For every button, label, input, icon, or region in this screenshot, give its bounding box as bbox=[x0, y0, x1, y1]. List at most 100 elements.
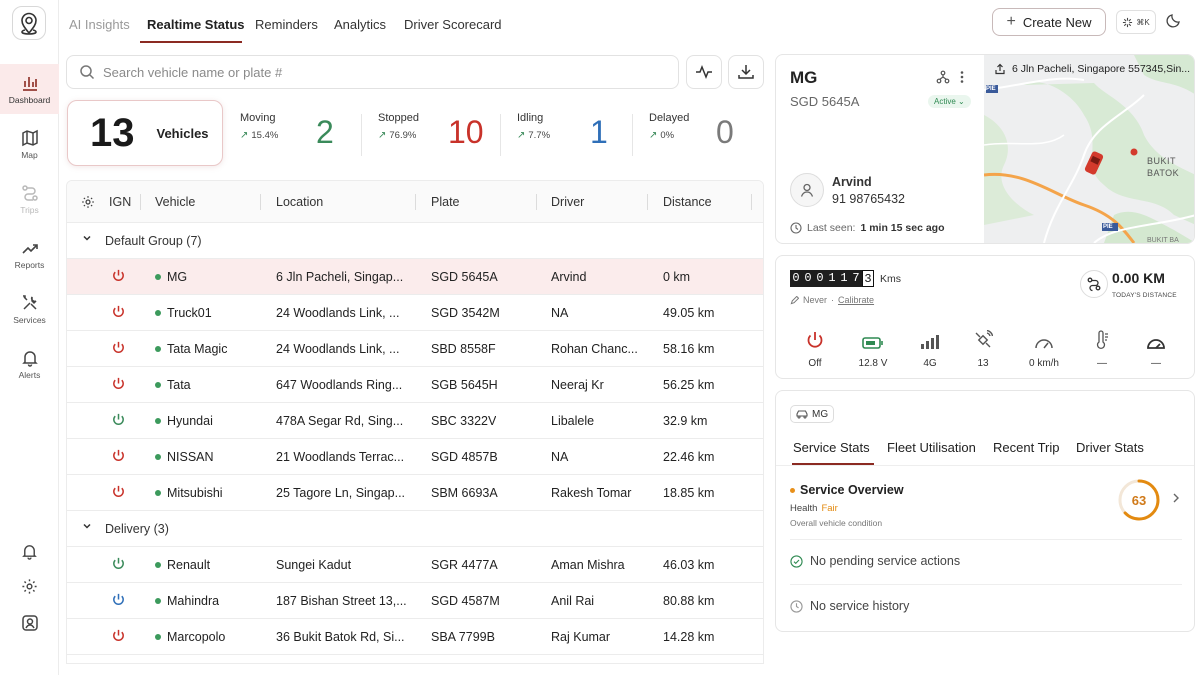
activity-button[interactable] bbox=[686, 55, 722, 89]
vehicle-cell: Tata Magic bbox=[155, 342, 227, 356]
plate-cell: SGR 4477A bbox=[431, 558, 498, 572]
location-map[interactable] bbox=[984, 55, 1195, 243]
stat-delayed[interactable]: Delayed ↗ 0% 0 bbox=[649, 112, 759, 156]
tab-realtime-status[interactable]: Realtime Status bbox=[147, 17, 245, 32]
clock-icon bbox=[790, 222, 802, 234]
location-cell: 6 Jln Pacheli, Singap... bbox=[276, 270, 404, 284]
sidebar-item-alerts[interactable]: Alerts bbox=[0, 339, 59, 389]
location-cell: 24 Woodlands Link, ... bbox=[276, 306, 400, 320]
tab-driver-stats[interactable]: Driver Stats bbox=[1076, 440, 1144, 455]
share-nodes-icon[interactable] bbox=[936, 70, 950, 84]
telemetry-card: 0 0 0 1 1 7 3 Kms Never · Calibrate 0.00… bbox=[775, 255, 1195, 379]
location-cell: 36 Bukit Batok Rd, Si... bbox=[276, 630, 405, 644]
gauge-icon bbox=[1126, 328, 1186, 350]
sidebar-item-map[interactable]: Map bbox=[0, 119, 59, 169]
tab-recent-trip[interactable]: Recent Trip bbox=[993, 440, 1059, 455]
chevron-right-icon[interactable] bbox=[1172, 492, 1180, 504]
sidebar-item-services[interactable]: Services bbox=[0, 284, 59, 334]
signal-icon bbox=[900, 328, 960, 350]
group-row-default[interactable]: Default Group (7) bbox=[67, 223, 763, 259]
plate-cell: SGD 3542M bbox=[431, 306, 500, 320]
vehicle-chip[interactable]: MG bbox=[790, 405, 835, 423]
map-address[interactable]: 6 Jln Pacheli, Singapore 557345,Sin... bbox=[994, 63, 1190, 75]
search-input[interactable] bbox=[103, 64, 643, 80]
table-row[interactable]: Marcopolo 36 Bukit Batok Rd, Si... SBA 7… bbox=[67, 619, 763, 655]
tab-driver-scorecard[interactable]: Driver Scorecard bbox=[404, 17, 502, 32]
check-circle-icon bbox=[790, 554, 803, 568]
sensor-satellites: 13 bbox=[953, 328, 1013, 369]
tools-icon bbox=[22, 294, 37, 310]
stat-value: 10 bbox=[448, 114, 484, 150]
avatar bbox=[790, 173, 824, 207]
ignition-power-icon bbox=[111, 628, 126, 646]
settings-button[interactable] bbox=[0, 571, 59, 601]
gear-icon[interactable] bbox=[81, 195, 95, 209]
theme-toggle-button[interactable] bbox=[1166, 12, 1182, 31]
table-row[interactable]: Truck01 24 Woodlands Link, ... SGD 3542M… bbox=[67, 295, 763, 331]
column-header-distance[interactable]: Distance bbox=[663, 195, 712, 209]
table-row[interactable]: Tata Magic 24 Woodlands Link, ... SBD 85… bbox=[67, 331, 763, 367]
stat-percent: 0% bbox=[660, 130, 675, 141]
notifications-button[interactable] bbox=[0, 536, 59, 566]
logo-icon[interactable] bbox=[12, 6, 46, 40]
odometer-digit: 1 bbox=[826, 270, 838, 287]
location-cell: 647 Woodlands Ring... bbox=[276, 378, 403, 392]
location-cell: 21 Woodlands Terrac... bbox=[276, 450, 405, 464]
table-row[interactable]: Renault Sungei Kadut SGR 4477A Aman Mish… bbox=[67, 547, 763, 583]
command-palette-button[interactable]: ⌘K bbox=[1116, 10, 1156, 34]
table-row[interactable]: Mitsubishi 25 Tagore Ln, Singap... SBM 6… bbox=[67, 475, 763, 511]
table-row[interactable]: NISSAN 21 Woodlands Terrac... SGD 4857B … bbox=[67, 439, 763, 475]
sidebar-item-trips[interactable]: Trips bbox=[0, 174, 59, 224]
stat-moving[interactable]: Moving ↗ 15.4% 2 bbox=[240, 112, 350, 156]
sidebar-item-dashboard[interactable]: Dashboard bbox=[0, 64, 59, 114]
stat-stopped[interactable]: Stopped ↗ 76.9% 10 bbox=[378, 112, 493, 156]
table-row[interactable]: Hyundai 478A Segar Rd, Sing... SBC 3322V… bbox=[67, 403, 763, 439]
profile-button[interactable] bbox=[0, 608, 59, 638]
health-label: Health bbox=[790, 503, 818, 514]
stat-idling[interactable]: Idling ↗ 7.7% 1 bbox=[517, 112, 627, 156]
plate-cell: SGD 4587M bbox=[431, 594, 500, 608]
vehicle-cell: Marcopolo bbox=[155, 630, 225, 644]
column-header-ign[interactable]: IGN bbox=[109, 195, 131, 209]
download-button[interactable] bbox=[728, 55, 764, 89]
more-vertical-icon[interactable] bbox=[958, 70, 966, 84]
column-header-driver[interactable]: Driver bbox=[551, 195, 584, 209]
sensor-ignition: Off bbox=[785, 328, 845, 369]
plate-cell: SGD 5645A bbox=[431, 270, 498, 284]
driver-cell: Neeraj Kr bbox=[551, 378, 604, 392]
plate-cell: SBC 3322V bbox=[431, 414, 497, 428]
calibrate-link[interactable]: Calibrate bbox=[838, 295, 874, 305]
total-vehicles-card[interactable]: 13 Vehicles bbox=[67, 100, 223, 166]
trend-icon bbox=[21, 243, 38, 254]
tab-ai-insights[interactable]: AI Insights bbox=[69, 17, 130, 32]
table-row[interactable]: Tata 647 Woodlands Ring... SGB 5645H Nee… bbox=[67, 367, 763, 403]
table-row[interactable]: Mahindra 187 Bishan Street 13,... SGD 45… bbox=[67, 583, 763, 619]
column-divider bbox=[415, 194, 416, 210]
stat-divider bbox=[500, 114, 501, 156]
table-row[interactable]: MG 6 Jln Pacheli, Singap... SGD 5645A Ar… bbox=[67, 259, 763, 295]
odometer-digit: 7 bbox=[850, 270, 862, 287]
group-label: Delivery (3) bbox=[105, 522, 169, 536]
tab-reminders[interactable]: Reminders bbox=[255, 17, 318, 32]
create-new-button[interactable]: + Create New bbox=[992, 8, 1106, 36]
tab-service-stats[interactable]: Service Stats bbox=[793, 440, 870, 455]
vehicle-cell: Truck01 bbox=[155, 306, 212, 320]
column-header-plate[interactable]: Plate bbox=[431, 195, 460, 209]
vehicle-name: Hyundai bbox=[167, 414, 213, 428]
table-header: IGN Vehicle Location Plate Driver Distan… bbox=[67, 181, 763, 223]
separator: · bbox=[831, 295, 835, 305]
status-badge[interactable]: Active ⌄ bbox=[928, 95, 971, 108]
map-road-label: PIE bbox=[1103, 224, 1113, 230]
speedometer-icon bbox=[1014, 328, 1074, 350]
tab-analytics[interactable]: Analytics bbox=[334, 17, 386, 32]
group-row-delivery[interactable]: Delivery (3) bbox=[67, 511, 763, 547]
distance-cell: 80.88 km bbox=[663, 594, 715, 608]
column-header-vehicle[interactable]: Vehicle bbox=[155, 195, 195, 209]
distance-cell: 18.85 km bbox=[663, 486, 715, 500]
user-icon bbox=[800, 183, 814, 197]
tab-fleet-utilisation[interactable]: Fleet Utilisation bbox=[887, 440, 976, 455]
sidebar-item-reports[interactable]: Reports bbox=[0, 229, 59, 279]
column-header-location[interactable]: Location bbox=[276, 195, 323, 209]
sensor-temperature: — bbox=[1072, 328, 1132, 369]
vehicle-name: Tata Magic bbox=[167, 342, 228, 356]
